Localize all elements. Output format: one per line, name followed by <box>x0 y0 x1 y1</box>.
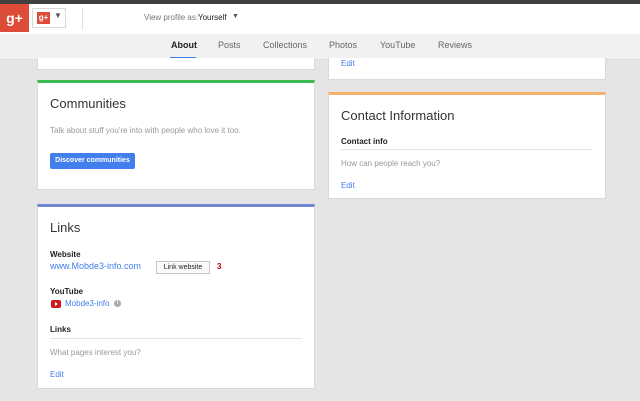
tab-bar: About Posts Collections Photos YouTube R… <box>0 34 640 60</box>
chevron-down-icon: ▼ <box>54 11 62 20</box>
contact-card: Contact Information Contact info How can… <box>328 92 606 199</box>
links-card: Links Website www.Mobde3-info.com Link w… <box>37 204 315 389</box>
account-switcher-button[interactable]: g+ ▼ <box>32 8 66 28</box>
badge-number: 3 <box>217 262 222 271</box>
tab-reviews[interactable]: Reviews <box>438 40 472 50</box>
contact-info-label: Contact info <box>341 137 388 146</box>
card-title: Links <box>50 220 81 235</box>
youtube-icon <box>51 300 61 308</box>
view-as-label: View profile as: <box>144 13 199 22</box>
google-plus-icon[interactable]: g+ <box>0 4 29 32</box>
chevron-down-icon[interactable]: ▼ <box>232 13 239 20</box>
tab-about[interactable]: About <box>171 40 197 50</box>
tab-collections[interactable]: Collections <box>263 40 307 50</box>
communities-description: Talk about stuff you're into with people… <box>50 126 241 135</box>
website-link[interactable]: www.Mobde3-info.com <box>50 261 141 271</box>
contact-placeholder: How can people reach you? <box>341 159 441 168</box>
view-as-dropdown[interactable]: Yourself <box>198 13 227 22</box>
top-bar <box>0 4 640 34</box>
edit-link[interactable]: Edit <box>50 370 64 379</box>
google-plus-icon: g+ <box>37 12 50 24</box>
discover-communities-button[interactable]: Discover communities <box>50 153 135 169</box>
communities-card: Communities Talk about stuff you're into… <box>37 80 315 190</box>
card-title: Communities <box>50 96 126 111</box>
tab-youtube[interactable]: YouTube <box>380 40 415 50</box>
overview-card <box>37 58 315 70</box>
website-label: Website <box>50 250 81 259</box>
tab-posts[interactable]: Posts <box>218 40 241 50</box>
tab-photos[interactable]: Photos <box>329 40 357 50</box>
edit-link[interactable]: Edit <box>341 181 355 190</box>
info-icon[interactable]: i <box>114 300 121 307</box>
links-label: Links <box>50 325 71 334</box>
divider <box>50 338 302 339</box>
divider <box>82 8 83 30</box>
story-card: Edit <box>328 58 606 80</box>
youtube-channel-link[interactable]: Mobde3-info <box>65 299 109 308</box>
youtube-label: YouTube <box>50 287 84 296</box>
edit-link[interactable]: Edit <box>341 59 355 68</box>
links-placeholder: What pages interest you? <box>50 348 141 357</box>
card-title: Contact Information <box>341 108 455 123</box>
divider <box>341 149 593 150</box>
link-website-button[interactable]: Link website <box>156 261 210 274</box>
